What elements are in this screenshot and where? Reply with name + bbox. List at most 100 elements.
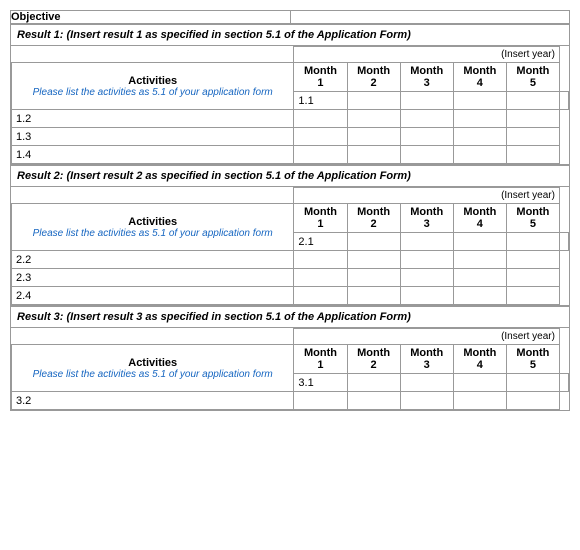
data-cell [400,128,453,146]
result-2-month-4-header: Month4 [453,204,506,233]
result-1-activities-title: Activities [16,75,289,87]
result-1-activities-subtext: Please list the activities as 5.1 of you… [16,87,289,98]
data-cell [347,251,400,269]
result-1-inner-table: (Insert year)ActivitiesPlease list the a… [11,46,569,164]
objective-label: Objective [11,11,291,24]
result-1-month-5-header: Month5 [506,63,559,92]
data-cell [506,233,559,251]
main-table: Objective [10,10,570,24]
result-2-activities-title: Activities [16,216,289,228]
data-cell [400,110,453,128]
result-3-activities-header-cell: ActivitiesPlease list the activities as … [12,345,294,392]
result-2-year-empty [12,188,294,204]
data-cell [453,374,506,392]
table-row: 3.2 [12,392,569,410]
result-3-header-row: Result 3: (Insert result 3 as specified … [11,307,570,328]
data-cell [506,146,559,164]
row-label-2.4: 2.4 [12,287,294,305]
data-cell [347,233,400,251]
row-label-2.3: 2.3 [12,269,294,287]
data-cell [347,287,400,305]
data-cell [347,374,400,392]
result-1-year-empty [12,47,294,63]
result-1-activities-header-cell: ActivitiesPlease list the activities as … [12,63,294,110]
result-2-insert-year: (Insert year) [294,188,560,204]
row-label-1.3: 1.3 [12,128,294,146]
row-label-1.4: 1.4 [12,146,294,164]
objective-value [290,11,570,24]
data-cell [294,251,347,269]
row-label-1.1: 1.1 [294,92,347,110]
result-1-insert-year: (Insert year) [294,47,560,63]
objective-row: Objective [11,11,570,24]
data-cell [453,287,506,305]
data-cell [347,392,400,410]
data-cell [294,146,347,164]
result-2-year-row: (Insert year) [12,188,569,204]
result-2-month-header-row: ActivitiesPlease list the activities as … [12,204,569,233]
result-3-activities-title: Activities [16,357,289,369]
result-3-year-empty [12,329,294,345]
data-cell [347,128,400,146]
result-1-header-table: Result 1: (Insert result 1 as specified … [10,24,570,165]
data-cell [506,251,559,269]
results-container: Result 1: (Insert result 1 as specified … [10,24,570,411]
row-label-3.1: 3.1 [294,374,347,392]
table-row: 2.3 [12,269,569,287]
data-cell [400,287,453,305]
result-2-activity-row: (Insert year)ActivitiesPlease list the a… [11,187,570,306]
result-3-month-2-header: Month2 [347,345,400,374]
data-cell [294,128,347,146]
row-label-2.2: 2.2 [12,251,294,269]
result-3-header-table: Result 3: (Insert result 3 as specified … [10,306,570,411]
result-3-activity-row: (Insert year)ActivitiesPlease list the a… [11,328,570,411]
data-cell [347,92,400,110]
data-cell [506,287,559,305]
data-cell [347,110,400,128]
table-row: 1.2 [12,110,569,128]
data-cell [559,374,568,392]
data-cell [400,233,453,251]
data-cell [294,287,347,305]
result-3-month-5-header: Month5 [506,345,559,374]
result-2-activities-subtext: Please list the activities as 5.1 of you… [16,228,289,239]
data-cell [294,392,347,410]
data-cell [347,146,400,164]
data-cell [400,269,453,287]
result-3-inner-table: (Insert year)ActivitiesPlease list the a… [11,328,569,410]
data-cell [453,92,506,110]
result-1-month-4-header: Month4 [453,63,506,92]
result-2-month-3-header: Month3 [400,204,453,233]
data-cell [400,92,453,110]
data-cell [453,128,506,146]
result-2-header-cell: Result 2: (Insert result 2 as specified … [11,166,570,187]
result-2-header-row: Result 2: (Insert result 2 as specified … [11,166,570,187]
result-2-month-2-header: Month2 [347,204,400,233]
data-cell [400,146,453,164]
data-cell [400,374,453,392]
result-1-month-1-header: Month1 [294,63,347,92]
data-cell [453,110,506,128]
data-cell [506,92,559,110]
result-1-header-cell: Result 1: (Insert result 1 as specified … [11,25,570,46]
data-cell [506,110,559,128]
result-3-insert-year: (Insert year) [294,329,560,345]
result-3-month-1-header: Month1 [294,345,347,374]
result-1-activity-row: (Insert year)ActivitiesPlease list the a… [11,46,570,165]
result-2-activity-cell: (Insert year)ActivitiesPlease list the a… [11,187,570,306]
data-cell [294,110,347,128]
data-cell [506,128,559,146]
table-row: 2.2 [12,251,569,269]
data-cell [559,233,568,251]
data-cell [453,146,506,164]
result-2-month-5-header: Month5 [506,204,559,233]
result-2-inner-table: (Insert year)ActivitiesPlease list the a… [11,187,569,305]
data-cell [559,92,568,110]
data-cell [400,392,453,410]
data-cell [453,392,506,410]
table-row: 1.3 [12,128,569,146]
result-1-month-3-header: Month3 [400,63,453,92]
result-2-header-table: Result 2: (Insert result 2 as specified … [10,165,570,306]
result-3-month-3-header: Month3 [400,345,453,374]
data-cell [506,374,559,392]
